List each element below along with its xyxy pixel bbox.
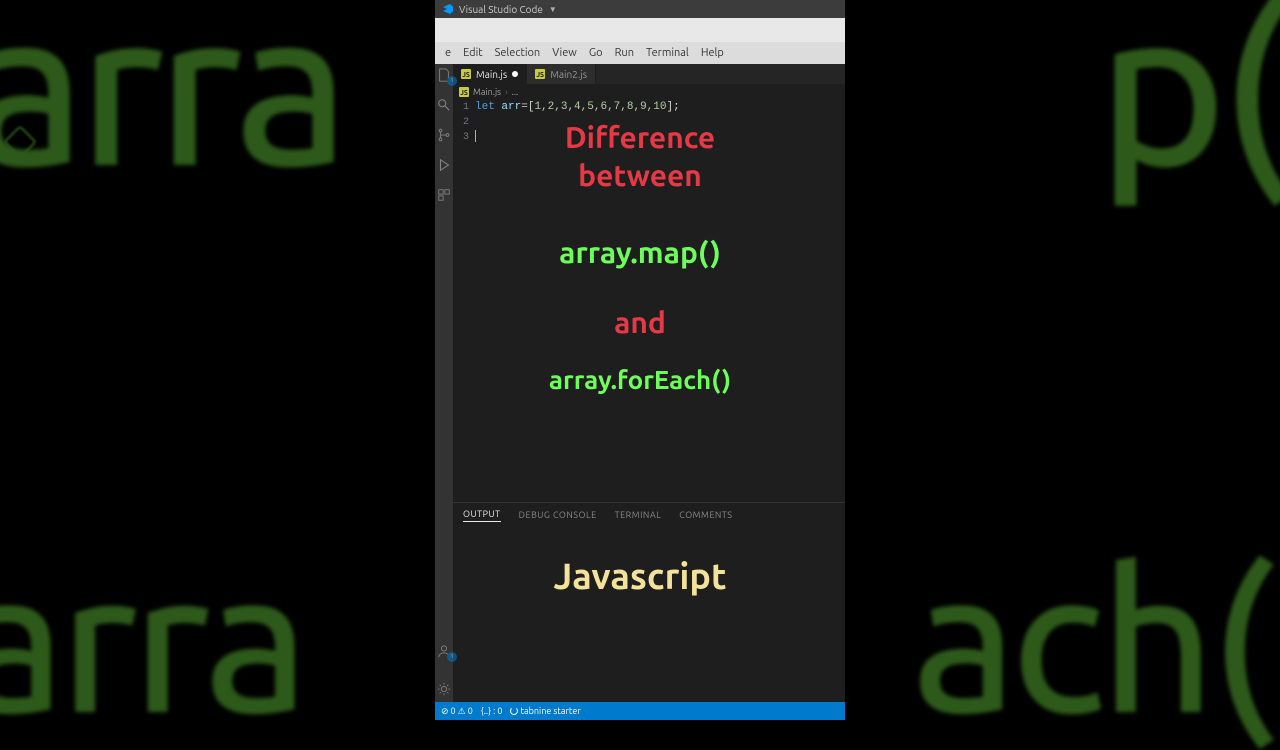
status-errors[interactable]: ⊘0 ⚠0 (441, 706, 473, 717)
code-content[interactable]: let arr=[1,2,3,4,5,6,7,8,9,10]; (475, 100, 845, 502)
breadcrumb-separator: › (505, 87, 508, 97)
unsaved-dot-icon (512, 71, 518, 77)
token-numbers: 1,2,3,4,5,6,7,8,9,10 (534, 101, 666, 113)
line-number: 1 (453, 100, 469, 115)
chevron-down-icon[interactable]: ▼ (549, 5, 557, 14)
source-control-icon[interactable] (437, 128, 451, 142)
menubar-item-selection[interactable]: Selection (489, 47, 547, 59)
breadcrumb-file: Main.js (473, 87, 501, 97)
status-tabnine-label: tabnine starter (520, 706, 580, 716)
token-punct: ]; (666, 101, 679, 113)
menubar-item-terminal[interactable]: Terminal (640, 47, 695, 59)
panel-tab-terminal[interactable]: TERMINAL (615, 510, 662, 520)
panel-tab-comments[interactable]: COMMENTS (679, 510, 732, 520)
menubar-item-run[interactable]: Run (609, 47, 640, 59)
menubar-item-view[interactable]: View (546, 47, 583, 59)
token-punct: = (521, 101, 528, 113)
window-chrome-strip (435, 18, 845, 42)
window-title: Visual Studio Code (459, 4, 543, 15)
editor-tab-main[interactable]: JS Main.js (453, 64, 527, 84)
bg-text-bottom-left: arra (0, 526, 303, 750)
line-number-gutter: 1 2 3 (453, 100, 475, 502)
token-keyword: let (475, 101, 495, 113)
code-editor[interactable]: 1 2 3 let arr=[1,2,3,4,5,6,7,8,9,10]; (453, 100, 845, 502)
breadcrumb[interactable]: JS Main.js › ... (453, 84, 845, 100)
explorer-badge: 1 (447, 76, 457, 86)
account-icon[interactable]: 1 (437, 644, 451, 658)
js-file-icon: JS (535, 69, 545, 79)
menubar-item-help[interactable]: Help (695, 47, 730, 59)
status-bracket-info[interactable]: {..} : 0 (481, 706, 503, 716)
account-badge: 1 (447, 652, 457, 662)
files-icon[interactable]: 1 (437, 68, 451, 82)
code-line-3[interactable] (475, 130, 845, 145)
code-line-1[interactable]: let arr=[1,2,3,4,5,6,7,8,9,10]; (475, 100, 845, 115)
status-bar: ⊘0 ⚠0 {..} : 0 tabnine starter (435, 702, 845, 720)
line-number: 2 (453, 115, 469, 130)
window-titlebar: Visual Studio Code ▼ (435, 0, 845, 18)
editor-tab-row: JS Main.js JS Main2.js (453, 64, 845, 84)
panel-body[interactable] (453, 527, 845, 697)
code-line-2[interactable] (475, 115, 845, 130)
editor-column: JS Main.js JS Main2.js JS Main.js › ... (453, 64, 845, 702)
bg-text-top-left: arra (0, 0, 342, 207)
js-file-icon: JS (461, 69, 471, 79)
panel-tab-output[interactable]: OUTPUT (463, 509, 501, 522)
editor-tab-label: Main2.js (550, 69, 587, 80)
spinner-icon (510, 707, 518, 715)
bg-text-bottom-right: ach() (912, 526, 1280, 750)
breadcrumb-symbol: ... (512, 87, 519, 97)
menubar: e Edit Selection View Go Run Terminal He… (435, 42, 845, 64)
menubar-item-edit[interactable]: Edit (457, 47, 489, 59)
status-errors-count: 0 (451, 706, 456, 716)
vscode-logo-icon (443, 4, 453, 14)
extensions-icon[interactable] (437, 188, 451, 202)
status-tabnine[interactable]: tabnine starter (510, 706, 580, 716)
bg-text-top-right: p() (1097, 0, 1280, 207)
error-icon: ⊘ (441, 706, 449, 717)
vscode-window: Visual Studio Code ▼ e Edit Selection Vi… (435, 0, 845, 720)
bottom-panel: OUTPUT DEBUG CONSOLE TERMINAL COMMENTS (453, 502, 845, 702)
editor-tab-main2[interactable]: JS Main2.js (527, 64, 596, 84)
menubar-item-go[interactable]: Go (583, 47, 609, 59)
warning-icon: ⚠ (458, 706, 466, 717)
main-area: 1 1 (435, 64, 845, 702)
status-warnings-count: 0 (468, 706, 473, 716)
panel-tab-debug-console[interactable]: DEBUG CONSOLE (519, 510, 597, 520)
search-icon[interactable] (437, 98, 451, 112)
debug-icon[interactable] (437, 158, 451, 172)
js-file-icon: JS (459, 87, 469, 97)
token-variable: arr (501, 101, 521, 113)
gear-icon[interactable] (437, 682, 451, 696)
line-number: 3 (453, 130, 469, 145)
menubar-item-truncated[interactable]: e (439, 47, 457, 59)
panel-tab-row: OUTPUT DEBUG CONSOLE TERMINAL COMMENTS (453, 503, 845, 527)
editor-tab-label: Main.js (476, 69, 507, 80)
activity-bar: 1 1 (435, 64, 453, 702)
text-cursor (475, 130, 476, 142)
